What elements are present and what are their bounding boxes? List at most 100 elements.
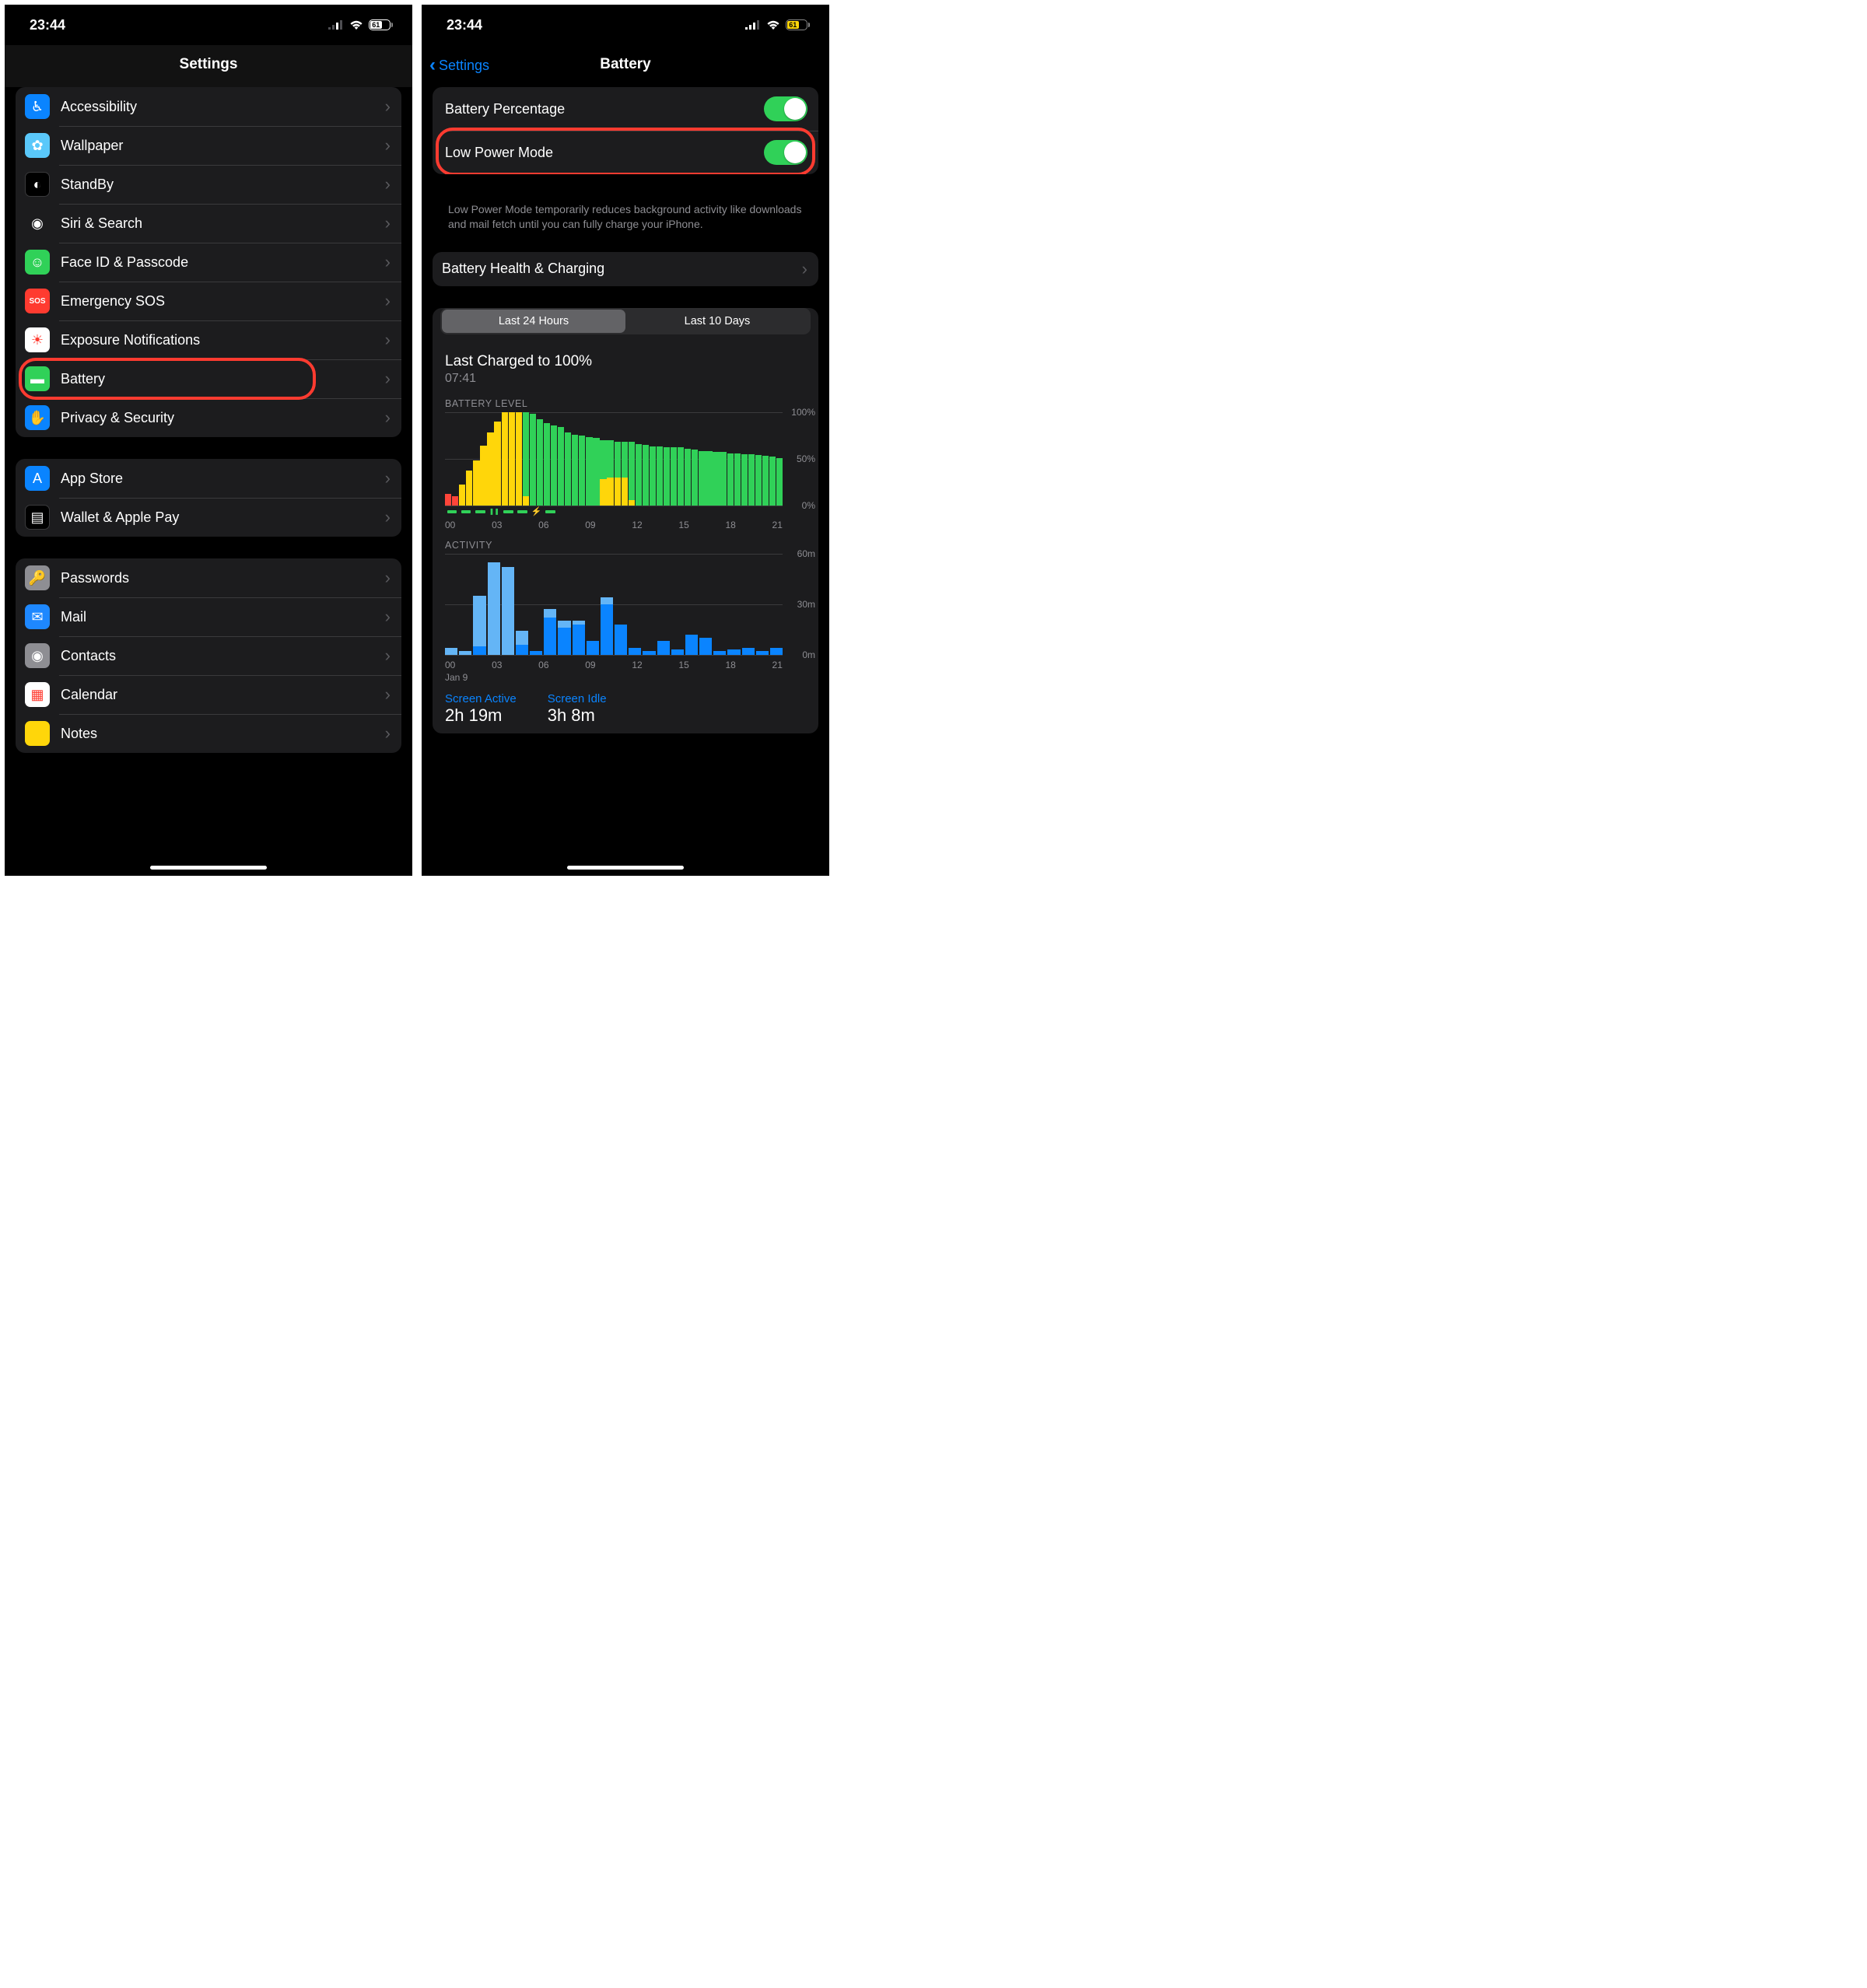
settings-group-1: ♿︎Accessibility›✿Wallpaper›◐StandBy›◉Sir… (16, 87, 401, 437)
level-bar (544, 423, 550, 506)
row-label: Calendar (61, 687, 385, 703)
level-bar (720, 452, 726, 505)
month-label: Jan 9 (433, 670, 818, 683)
chevron-right-icon: › (385, 646, 391, 666)
level-bar (558, 427, 564, 506)
usage-summary: Screen Active 2h 19m Screen Idle 3h 8m (433, 683, 818, 726)
settings-row-standby[interactable]: ◐StandBy› (16, 165, 401, 204)
row-label: App Store (61, 471, 385, 487)
time-range-segmented: Last 24 Hours Last 10 Days (440, 308, 811, 334)
xtick: 06 (538, 520, 548, 530)
row-label: Contacts (61, 648, 385, 664)
settings-row-faceid[interactable]: ☺Face ID & Passcode› (16, 243, 401, 282)
toggle-row-battpct: Battery Percentage (433, 87, 818, 131)
appstore-icon: A (25, 466, 50, 491)
settings-row-passwords[interactable]: 🔑Passwords› (16, 558, 401, 597)
activity-bar (473, 596, 485, 655)
level-bar (530, 414, 536, 506)
settings-row-siri[interactable]: ◉Siri & Search› (16, 204, 401, 243)
status-bar: 23:44 61 (422, 5, 829, 45)
exposure-icon: ☀ (25, 327, 50, 352)
xtick: 21 (772, 520, 783, 530)
activity-bar (516, 631, 528, 654)
back-button[interactable]: ‹Settings (429, 54, 489, 76)
activity-chart: 60m 30m 0m (445, 554, 783, 655)
settings-row-notes[interactable]: Notes› (16, 714, 401, 753)
battpct-toggle[interactable] (764, 96, 807, 121)
level-bar (466, 471, 472, 505)
activity-bar (601, 597, 613, 655)
level-xaxis: 0003060912151821 (445, 520, 783, 530)
charge-cell (501, 510, 515, 513)
toggle-label: Battery Percentage (445, 101, 764, 117)
settings-screen: 23:44 61 Settings ♿︎Accessibility›✿Wallp… (5, 5, 412, 876)
status-bar: 23:44 61 (5, 5, 412, 45)
activity-bar (587, 641, 599, 654)
chevron-left-icon: ‹ (429, 54, 436, 76)
battery-health-row[interactable]: Battery Health & Charging › (433, 252, 818, 286)
mail-icon: ✉ (25, 604, 50, 629)
level-bar (622, 442, 628, 506)
settings-row-accessibility[interactable]: ♿︎Accessibility› (16, 87, 401, 126)
settings-row-contacts[interactable]: ◉Contacts› (16, 636, 401, 675)
activity-bar (742, 648, 755, 655)
activity-bar (488, 562, 500, 655)
charge-cell (473, 510, 487, 513)
settings-row-calendar[interactable]: ▦Calendar› (16, 675, 401, 714)
level-bar (473, 460, 479, 506)
charge-cell: ⚡ (529, 506, 543, 516)
settings-row-exposure[interactable]: ☀Exposure Notifications› (16, 320, 401, 359)
home-indicator[interactable] (150, 866, 267, 870)
level-bar (685, 449, 691, 506)
ylabel: 50% (797, 453, 815, 464)
activity-bar (445, 648, 457, 655)
activity-bar (685, 635, 698, 655)
ylabel: 0m (802, 649, 815, 660)
charge-cell (445, 510, 459, 513)
level-bar (769, 457, 776, 505)
chevron-right-icon: › (385, 369, 391, 389)
settings-row-wallet[interactable]: ▤Wallet & Apple Pay› (16, 498, 401, 537)
chevron-right-icon: › (385, 723, 391, 744)
notes-icon (25, 721, 50, 746)
xtick: 03 (492, 520, 502, 530)
toggle-label: Low Power Mode (445, 145, 764, 161)
chevron-right-icon: › (385, 607, 391, 627)
level-bar (699, 451, 705, 506)
level-bar (664, 447, 670, 505)
settings-row-mail[interactable]: ✉Mail› (16, 597, 401, 636)
charge-cell (515, 510, 529, 513)
level-bar (487, 432, 493, 506)
home-indicator[interactable] (567, 866, 684, 870)
level-bar (727, 453, 734, 506)
xtick: 15 (678, 520, 688, 530)
settings-row-battery[interactable]: ▬Battery› (16, 359, 401, 398)
nav-title: ‹Settings Battery (422, 45, 829, 87)
segment-24h[interactable]: Last 24 Hours (442, 310, 625, 333)
settings-row-wallpaper[interactable]: ✿Wallpaper› (16, 126, 401, 165)
calendar-icon: ▦ (25, 682, 50, 707)
activity-bar (459, 651, 471, 654)
level-bar (516, 412, 522, 506)
chevron-right-icon: › (385, 507, 391, 527)
row-label: Wallpaper (61, 138, 385, 154)
chevron-right-icon: › (385, 213, 391, 233)
level-bar (629, 442, 635, 506)
passwords-icon: 🔑 (25, 565, 50, 590)
chevron-right-icon: › (385, 291, 391, 311)
screen-active-value: 2h 19m (445, 705, 517, 726)
sos-icon: SOS (25, 289, 50, 313)
settings-row-sos[interactable]: SOSEmergency SOS› (16, 282, 401, 320)
siri-icon: ◉ (25, 211, 50, 236)
row-label: StandBy (61, 177, 385, 193)
settings-row-appstore[interactable]: AApp Store› (16, 459, 401, 498)
settings-row-privacy[interactable]: ✋Privacy & Security› (16, 398, 401, 437)
xtick: 09 (585, 660, 595, 670)
cellular-icon (745, 20, 761, 30)
level-bar (480, 446, 486, 506)
activity-bar (657, 641, 670, 654)
lowpower-toggle[interactable] (764, 140, 807, 165)
segment-10d[interactable]: Last 10 Days (625, 310, 809, 333)
level-bar (755, 455, 762, 506)
row-label: Passwords (61, 570, 385, 586)
